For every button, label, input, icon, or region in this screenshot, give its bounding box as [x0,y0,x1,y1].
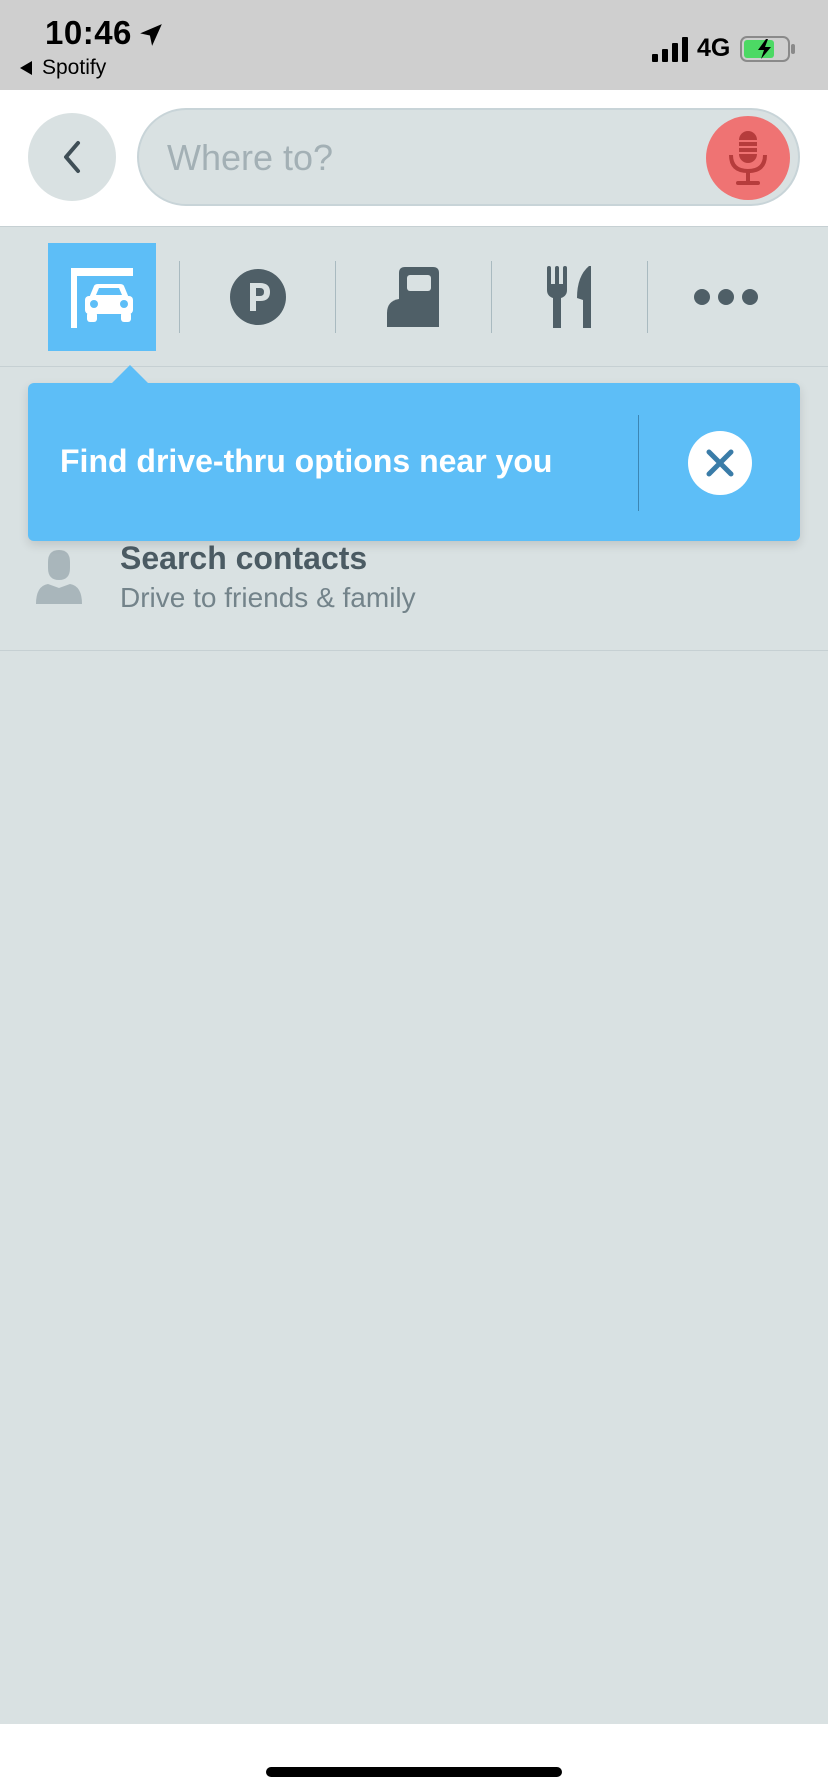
drive-thru-tooltip: Find drive-thru options near you [28,365,800,541]
microphone-button[interactable] [706,116,790,200]
signal-icon [652,37,688,62]
category-gas[interactable] [358,243,466,351]
back-app-label: Spotify [42,56,107,79]
gas-pump-icon [387,267,439,327]
list-item-title: Search contacts [120,540,368,576]
tooltip-divider [638,415,639,511]
close-icon [706,449,734,477]
category-divider [335,261,336,333]
fork-knife-icon [547,266,591,328]
category-divider [647,261,648,333]
back-button[interactable] [28,113,116,201]
bottom-bar [0,1724,828,1792]
list-item-subtitle: Drive to friends & family [120,582,416,613]
back-triangle-icon [20,61,32,75]
home-indicator[interactable] [266,1767,562,1777]
microphone-icon [729,131,767,185]
search-input[interactable] [167,135,687,181]
search-header [0,90,828,227]
category-parking[interactable] [204,243,312,351]
tooltip-caret [111,365,149,384]
network-label: 4G [697,34,731,62]
tooltip-close-button[interactable] [688,431,752,495]
tooltip-text: Find drive-thru options near you [60,443,553,479]
location-arrow-icon [140,24,162,46]
more-dots-icon [694,289,758,305]
category-food[interactable] [516,243,624,351]
back-to-app-link[interactable]: Spotify [20,56,106,80]
category-divider [179,261,180,333]
parking-icon [230,269,286,325]
search-box[interactable] [137,108,800,206]
category-bar [0,227,828,367]
category-divider [491,261,492,333]
battery-charging-icon [740,36,795,62]
drive-thru-car-icon [71,268,133,328]
status-bar: 10:46 Spotify 4G [0,0,828,90]
person-icon [36,550,82,604]
chevron-left-icon [64,141,80,173]
status-time: 10:46 [45,14,132,51]
category-more[interactable] [672,243,780,351]
category-drive-thru[interactable] [48,243,156,351]
